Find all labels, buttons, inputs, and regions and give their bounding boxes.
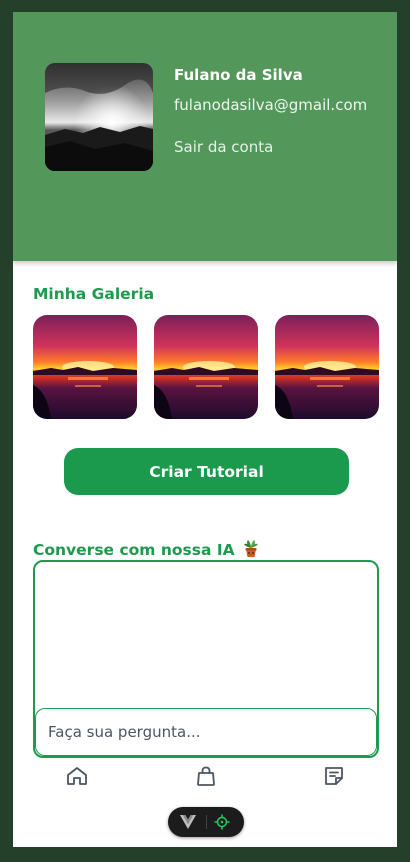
sunset-photo xyxy=(33,315,137,419)
nav-home[interactable] xyxy=(64,763,90,789)
app-screen: Fulano da Silva fulanodasilva@gmail.com … xyxy=(13,12,397,847)
sunset-photo xyxy=(154,315,258,419)
chat-input[interactable] xyxy=(35,708,377,756)
create-tutorial-button[interactable]: Criar Tutorial xyxy=(64,448,349,495)
shopping-bag-icon xyxy=(197,766,215,786)
notes-icon xyxy=(325,767,343,785)
dev-toolbar-pill[interactable] xyxy=(168,807,244,837)
gallery-item[interactable] xyxy=(275,315,379,419)
logout-link[interactable]: Sair da conta xyxy=(174,138,273,156)
chat-title-text: Converse com nossa IA xyxy=(33,541,235,559)
avatar xyxy=(45,63,153,171)
bottom-nav xyxy=(13,760,397,792)
gallery-title: Minha Galeria xyxy=(33,285,155,303)
user-email: fulanodasilva@gmail.com xyxy=(174,96,368,114)
potted-plant-icon xyxy=(244,540,258,557)
target-icon xyxy=(214,814,230,830)
gallery xyxy=(33,315,379,419)
chat-title: Converse com nossa IA xyxy=(33,538,260,559)
user-name: Fulano da Silva xyxy=(174,66,303,84)
nav-notes[interactable] xyxy=(321,763,347,789)
pill-divider xyxy=(206,815,207,829)
vue-logo-icon xyxy=(180,815,196,829)
nav-shop[interactable] xyxy=(193,763,219,789)
home-icon xyxy=(67,767,87,785)
profile-header: Fulano da Silva fulanodasilva@gmail.com … xyxy=(13,12,397,261)
gallery-item[interactable] xyxy=(33,315,137,419)
chat-box xyxy=(33,560,379,758)
sunset-photo xyxy=(275,315,379,419)
gallery-item[interactable] xyxy=(154,315,258,419)
